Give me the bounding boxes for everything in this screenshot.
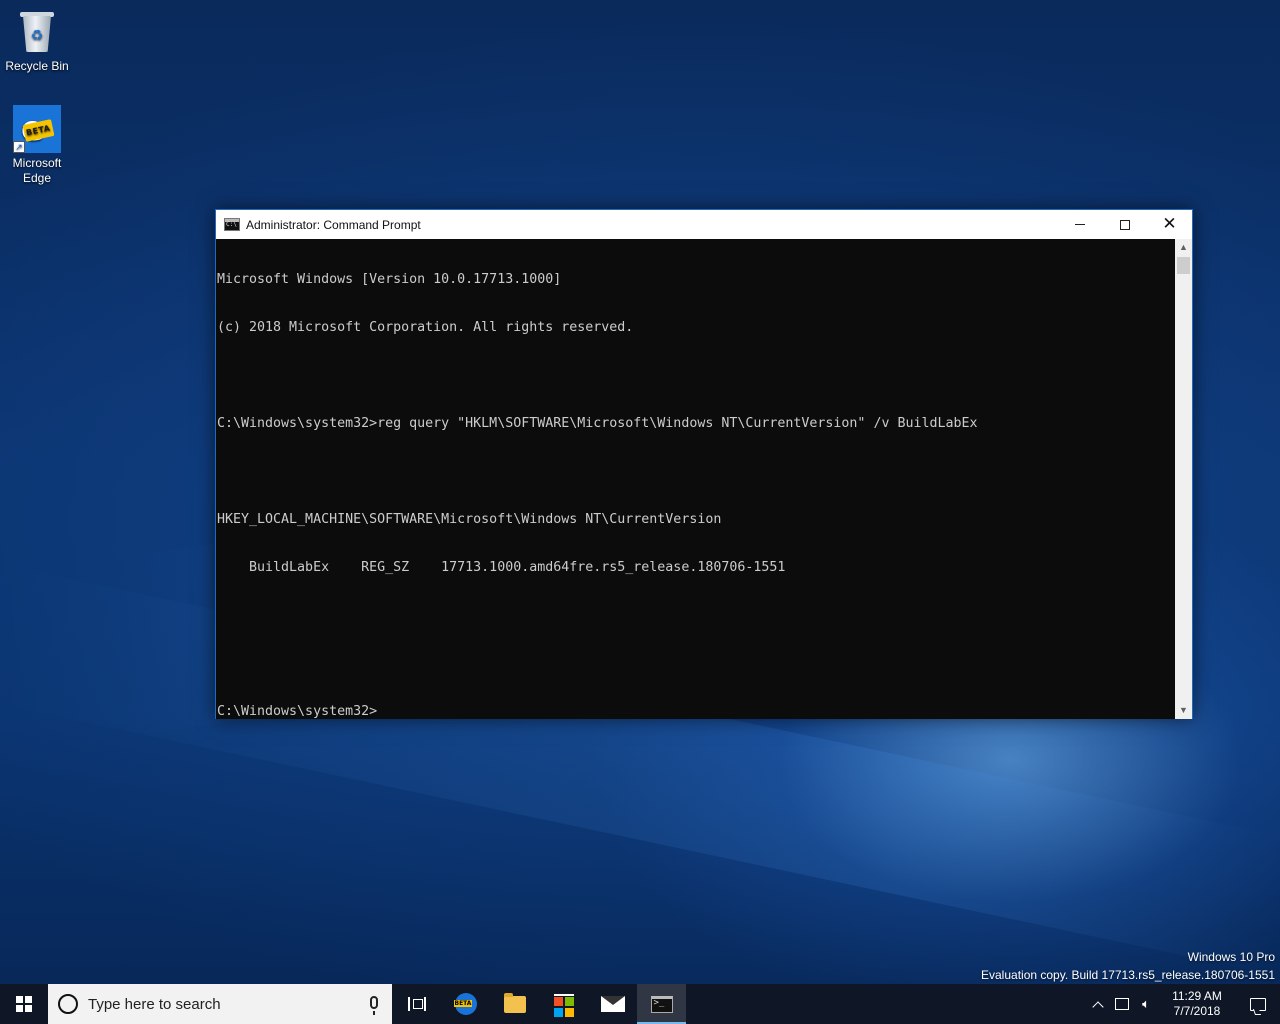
shortcut-arrow-icon: ↗ bbox=[13, 141, 25, 153]
chevron-up-icon bbox=[1092, 1000, 1104, 1013]
console-line: HKEY_LOCAL_MACHINE\SOFTWARE\Microsoft\Wi… bbox=[217, 512, 722, 527]
console-line: BuildLabEx REG_SZ 17713.1000.amd64fre.rs… bbox=[217, 560, 786, 575]
edition-watermark: Windows 10 Pro bbox=[1187, 950, 1275, 964]
vertical-scrollbar[interactable]: ▲ ▼ bbox=[1175, 239, 1192, 719]
search-placeholder: Type here to search bbox=[88, 995, 221, 1013]
console-line: C:\Windows\system32>reg query "HKLM\SOFT… bbox=[217, 416, 978, 431]
console-line: (c) 2018 Microsoft Corporation. All righ… bbox=[217, 320, 634, 335]
cmd-icon bbox=[650, 995, 673, 1013]
console-output[interactable]: Microsoft Windows [Version 10.0.17713.10… bbox=[216, 239, 1177, 719]
notification-icon bbox=[1250, 997, 1266, 1011]
window-title: Administrator: Command Prompt bbox=[246, 217, 421, 232]
clock-time: 11:29 AM bbox=[1172, 989, 1222, 1003]
folder-icon bbox=[503, 992, 526, 1013]
volume-button[interactable]: 🔈︎ bbox=[1134, 984, 1158, 1024]
close-icon: ✕ bbox=[1162, 214, 1177, 234]
store-icon bbox=[553, 994, 574, 1017]
taskbar-file-explorer-button[interactable] bbox=[490, 984, 539, 1024]
command-prompt-window[interactable]: Administrator: Command Prompt ✕ Microsof… bbox=[215, 209, 1193, 719]
edge-icon: e BETA ↗ bbox=[13, 105, 61, 153]
taskbar-store-button[interactable] bbox=[539, 984, 588, 1024]
speaker-icon: 🔈︎ bbox=[1142, 996, 1150, 1011]
show-hidden-icons-button[interactable] bbox=[1086, 984, 1110, 1024]
cortana-icon bbox=[58, 994, 78, 1014]
console-line: Microsoft Windows [Version 10.0.17713.10… bbox=[217, 272, 562, 287]
cmd-icon[interactable] bbox=[224, 218, 240, 231]
scroll-up-arrow-icon[interactable]: ▲ bbox=[1175, 239, 1192, 256]
system-tray: 🔈︎ 11:29 AM 7/7/2018 bbox=[1086, 984, 1280, 1024]
build-watermark: Evaluation copy. Build 17713.rs5_release… bbox=[981, 968, 1275, 982]
mail-icon bbox=[600, 996, 625, 1012]
taskbar-command-prompt-button[interactable] bbox=[637, 984, 686, 1024]
taskbar-mail-button[interactable] bbox=[588, 984, 637, 1024]
taskbar: Type here to search 🔈︎ 11:29 AM 7/7/2018 bbox=[0, 984, 1280, 1024]
minimize-button[interactable] bbox=[1057, 210, 1102, 239]
edge-beta-icon bbox=[453, 993, 477, 1015]
search-box[interactable]: Type here to search bbox=[48, 984, 392, 1024]
task-view-icon bbox=[407, 997, 426, 1011]
desktop-icon-label: Recycle Bin bbox=[5, 59, 69, 73]
scrollbar-thumb[interactable] bbox=[1177, 257, 1190, 274]
taskbar-edge-button[interactable] bbox=[441, 984, 490, 1024]
maximize-button[interactable] bbox=[1102, 210, 1147, 239]
desktop-icon-recycle-bin[interactable]: ♻ Recycle Bin bbox=[0, 8, 74, 74]
desktop-icon-label: Microsoft Edge bbox=[12, 156, 62, 185]
network-button[interactable] bbox=[1110, 984, 1134, 1024]
action-center-button[interactable] bbox=[1236, 984, 1280, 1024]
title-bar[interactable]: Administrator: Command Prompt ✕ bbox=[216, 210, 1192, 239]
recycle-bin-icon: ♻ bbox=[13, 8, 61, 56]
console-prompt[interactable]: C:\Windows\system32> bbox=[217, 704, 1177, 719]
start-button[interactable] bbox=[0, 984, 48, 1024]
clock-date: 7/7/2018 bbox=[1173, 1004, 1221, 1018]
maximize-icon bbox=[1119, 219, 1130, 230]
network-icon bbox=[1115, 998, 1129, 1010]
minimize-icon bbox=[1074, 224, 1085, 225]
windows-logo-icon bbox=[16, 996, 32, 1012]
scroll-down-arrow-icon[interactable]: ▼ bbox=[1175, 702, 1192, 719]
close-button[interactable]: ✕ bbox=[1147, 210, 1192, 239]
clock[interactable]: 11:29 AM 7/7/2018 bbox=[1158, 989, 1236, 1019]
microphone-icon[interactable] bbox=[370, 996, 378, 1015]
task-view-button[interactable] bbox=[392, 984, 441, 1024]
desktop-icon-microsoft-edge[interactable]: e BETA ↗ Microsoft Edge bbox=[0, 105, 74, 186]
